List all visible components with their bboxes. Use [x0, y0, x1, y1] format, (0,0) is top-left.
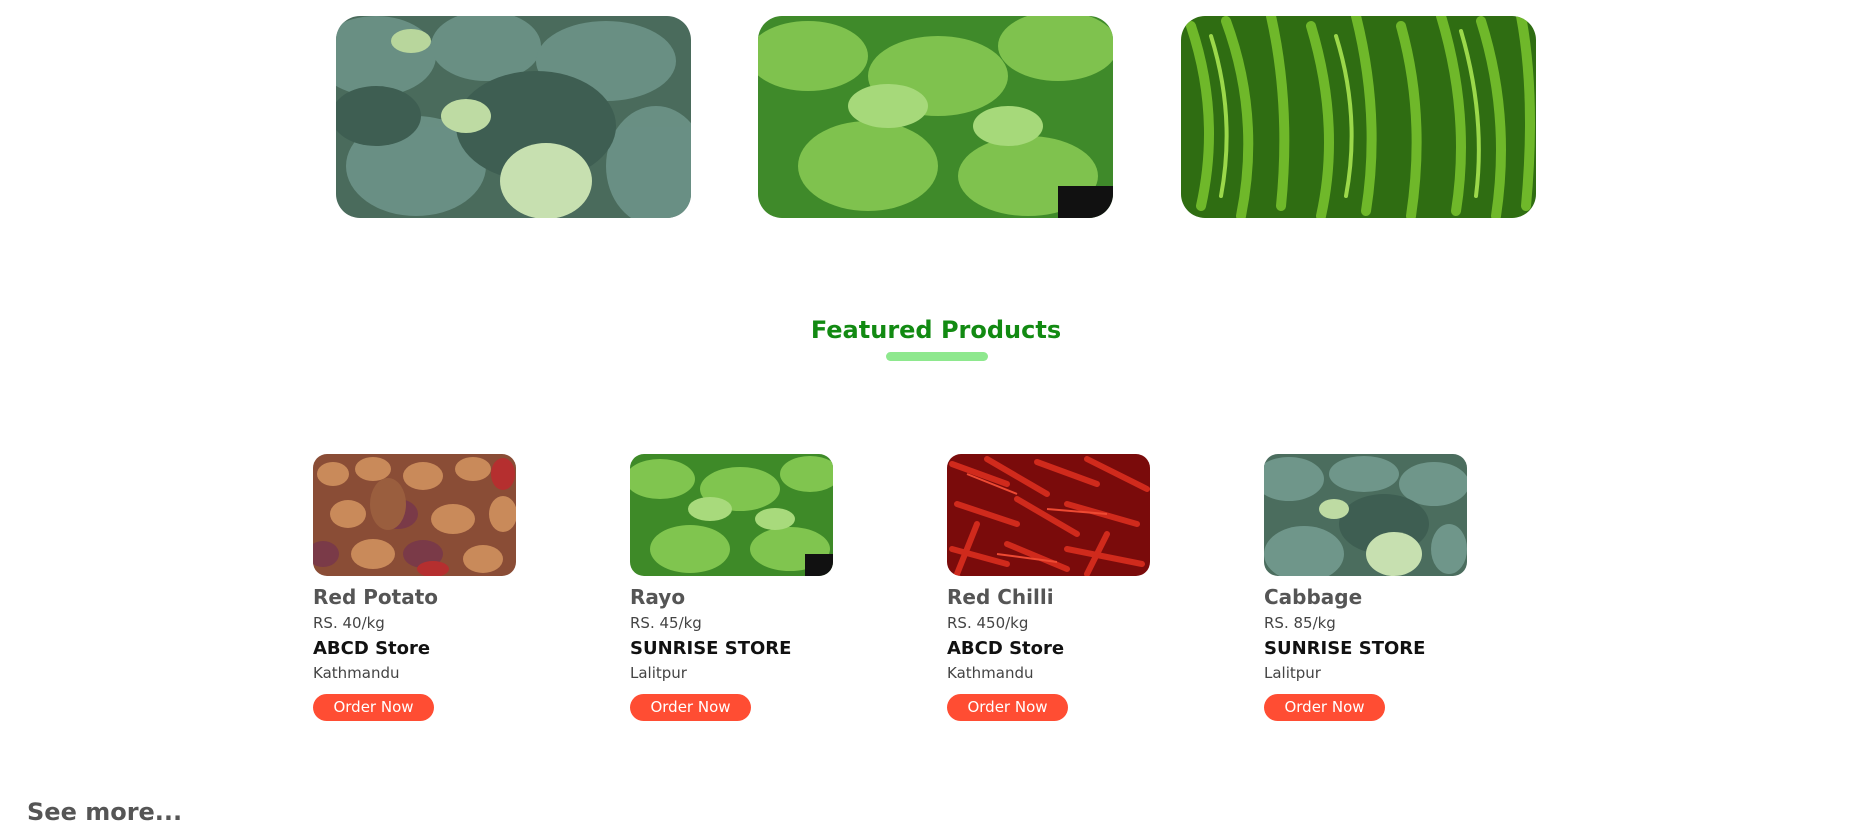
product-price: RS. 450/kg [947, 614, 1029, 632]
product-card: Red Chilli RS. 450/kg ABCD Store Kathman… [947, 454, 1152, 721]
product-price: RS. 40/kg [313, 614, 385, 632]
order-now-button[interactable]: Order Now [630, 693, 751, 721]
hero-image-chilli [1181, 16, 1536, 218]
product-image[interactable] [630, 454, 833, 576]
product-location: Lalitpur [1264, 664, 1321, 683]
product-name: Red Potato [313, 585, 438, 609]
hero-image-cabbage [336, 16, 691, 218]
product-store: SUNRISE STORE [630, 637, 792, 659]
product-image[interactable] [1264, 454, 1467, 576]
product-name: Cabbage [1264, 585, 1363, 609]
product-store: SUNRISE STORE [1264, 637, 1426, 659]
see-more-link[interactable]: See more... [27, 798, 182, 826]
order-now-button[interactable]: Order Now [1264, 693, 1385, 721]
product-location: Kathmandu [947, 664, 1034, 683]
red-potato-image [313, 454, 516, 576]
order-now-button[interactable]: Order Now [947, 693, 1068, 721]
product-price: RS. 85/kg [1264, 614, 1336, 632]
product-location: Lalitpur [630, 664, 687, 683]
product-price: RS. 45/kg [630, 614, 702, 632]
product-card: Cabbage RS. 85/kg SUNRISE STORE Lalitpur… [1264, 454, 1469, 721]
product-name: Red Chilli [947, 585, 1054, 609]
cabbage-image [1264, 454, 1467, 576]
rayo-leaves-image [758, 16, 1113, 218]
product-image[interactable] [947, 454, 1150, 576]
green-chilli-image [1181, 16, 1536, 218]
order-now-button[interactable]: Order Now [313, 693, 434, 721]
rayo-image [630, 454, 833, 576]
title-underline [886, 352, 988, 361]
product-location: Kathmandu [313, 664, 400, 683]
product-image[interactable] [313, 454, 516, 576]
product-store: ABCD Store [947, 637, 1065, 659]
product-store: ABCD Store [313, 637, 431, 659]
product-card: Red Potato RS. 40/kg ABCD Store Kathmand… [313, 454, 518, 721]
cabbage-field-image [336, 16, 691, 218]
product-name: Rayo [630, 585, 686, 609]
red-chilli-image [947, 454, 1150, 576]
hero-image-rayo [758, 16, 1113, 218]
featured-products-title: Featured Products [810, 316, 1062, 344]
product-card: Rayo RS. 45/kg SUNRISE STORE Lalitpur Or… [630, 454, 835, 721]
